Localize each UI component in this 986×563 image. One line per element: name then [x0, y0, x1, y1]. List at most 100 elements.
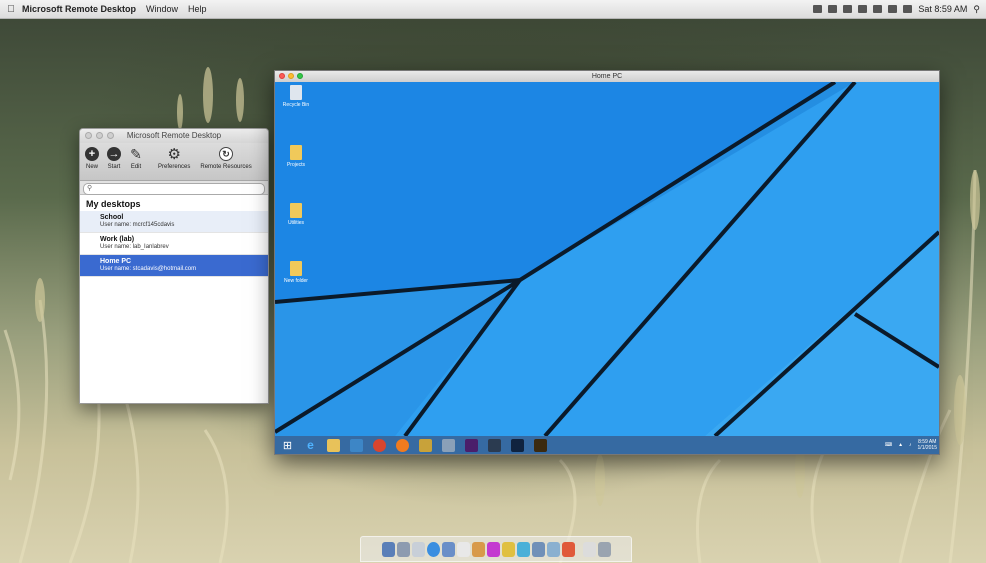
- zoom-button[interactable]: [107, 132, 114, 139]
- bridge-icon[interactable]: [534, 438, 547, 452]
- search-input[interactable]: ⚲: [83, 183, 265, 195]
- close-button[interactable]: [85, 132, 92, 139]
- store-icon[interactable]: [350, 438, 363, 452]
- volume-icon[interactable]: [888, 5, 898, 13]
- premiere-icon[interactable]: [465, 438, 478, 452]
- minimize-button[interactable]: [96, 132, 103, 139]
- windows-start-icon[interactable]: ⊞: [281, 439, 294, 452]
- remote-desktop-window: Microsoft Remote Desktop + New → Start ✎…: [79, 128, 269, 404]
- app-icon[interactable]: [501, 541, 515, 557]
- desktop-icon-label: Projects: [286, 162, 306, 168]
- section-title: My desktops: [86, 199, 141, 209]
- status-area: Sat 8:59 AM ⚲: [813, 0, 980, 18]
- desktop-name: School: [100, 214, 124, 221]
- app-icon[interactable]: [441, 541, 455, 557]
- menu-window[interactable]: Window: [146, 4, 178, 14]
- edit-label: Edit: [130, 164, 142, 170]
- window-title: Microsoft Remote Desktop: [126, 131, 222, 140]
- preferences-button[interactable]: ⚙ Preferences: [158, 146, 190, 170]
- search-icon: ⚲: [87, 185, 93, 192]
- wifi-icon[interactable]: [873, 5, 883, 13]
- preferences-label: Preferences: [158, 164, 191, 170]
- desktop-list-item[interactable]: School User name: mcrcf145cdavis: [80, 211, 268, 233]
- spotlight-icon[interactable]: ⚲: [973, 4, 980, 15]
- start-label: Start: [107, 164, 121, 170]
- windows-taskbar: ⊞ e ⌨ ▲ ♪ 8:59 AM 1/1/2015: [275, 436, 939, 454]
- zoom-button[interactable]: [297, 73, 303, 79]
- desktop-icon-label: Utilities: [287, 220, 305, 226]
- toolbar: + New → Start ✎ Edit ⚙ Preferences ↻ Rem…: [80, 143, 268, 181]
- menu-help[interactable]: Help: [188, 4, 207, 14]
- app-icon[interactable]: [411, 541, 425, 557]
- battery-icon[interactable]: [903, 5, 913, 13]
- finder-icon[interactable]: [381, 541, 395, 557]
- app-icon[interactable]: [546, 541, 560, 557]
- volume-icon[interactable]: ♪: [909, 442, 912, 448]
- gear-icon: ⚙: [167, 146, 181, 163]
- firefox-icon[interactable]: [396, 438, 409, 452]
- tray-clock[interactable]: 8:59 AM 1/1/2015: [918, 439, 937, 451]
- search-bar: ⚲: [80, 181, 268, 195]
- session-titlebar[interactable]: Home PC: [275, 71, 939, 82]
- app-icon[interactable]: [396, 541, 410, 557]
- trash-icon[interactable]: [597, 541, 611, 557]
- bluetooth-icon[interactable]: [843, 5, 853, 13]
- lightroom-icon[interactable]: [488, 438, 501, 452]
- desktop-list-item-selected[interactable]: Home PC User name: stcadavis@hotmail.com: [80, 255, 268, 277]
- tray-date: 1/1/2015: [917, 445, 937, 451]
- start-button[interactable]: → Start: [106, 146, 122, 170]
- edit-button[interactable]: ✎ Edit: [128, 145, 144, 171]
- app-icon[interactable]: [419, 438, 432, 452]
- apple-icon[interactable]: : [0, 4, 22, 15]
- window-titlebar[interactable]: Microsoft Remote Desktop: [80, 129, 268, 143]
- file-explorer-icon[interactable]: [327, 438, 340, 452]
- remote-session-window: Home PC Recycle Bin Projects Utilities N…: [274, 70, 940, 455]
- recycle-bin-icon: [290, 85, 302, 100]
- app-icon[interactable]: [442, 438, 455, 452]
- folder-icon: [290, 203, 302, 218]
- remote-desktop-wallpaper[interactable]: [275, 82, 939, 436]
- close-button[interactable]: [279, 73, 285, 79]
- new-button[interactable]: + New: [84, 146, 100, 170]
- desktop-icon-folder[interactable]: Utilities: [281, 203, 311, 226]
- document-icon[interactable]: [582, 541, 596, 557]
- menu-app-name[interactable]: Microsoft Remote Desktop: [22, 4, 136, 14]
- chrome-icon[interactable]: [373, 438, 386, 452]
- minimize-button[interactable]: [288, 73, 294, 79]
- remote-resources-button[interactable]: ↻ Remote Resources: [200, 146, 252, 170]
- ie-icon[interactable]: e: [304, 438, 317, 452]
- calendar-icon[interactable]: [456, 541, 470, 557]
- status-icon[interactable]: [813, 5, 823, 13]
- app-icon[interactable]: [561, 541, 575, 557]
- desktop-icon-folder[interactable]: New folder: [281, 261, 311, 284]
- desktop-icon-recycle-bin[interactable]: Recycle Bin: [281, 85, 311, 108]
- desktop-username: User name: lab_Ianlabrev: [100, 244, 169, 250]
- desktop-username: User name: stcadavis@hotmail.com: [100, 266, 197, 272]
- keyboard-icon[interactable]: ⌨: [885, 442, 892, 448]
- status-icon[interactable]: [828, 5, 838, 13]
- display-icon[interactable]: [858, 5, 868, 13]
- photoshop-icon[interactable]: [511, 438, 524, 452]
- menu-bar:  Microsoft Remote Desktop Window Help S…: [0, 0, 986, 19]
- app-icon[interactable]: [516, 541, 530, 557]
- network-icon[interactable]: ▲: [898, 442, 903, 448]
- desktop-username: User name: mcrcf145cdavis: [100, 222, 175, 228]
- desktop-icon-folder[interactable]: Projects: [281, 145, 311, 168]
- desktop-list-item[interactable]: Work (lab) User name: lab_Ianlabrev: [80, 233, 268, 255]
- app-icon[interactable]: [471, 541, 485, 557]
- pencil-icon: ✎: [130, 145, 142, 162]
- folder-icon: [290, 261, 302, 276]
- arrow-right-circle-icon: →: [107, 147, 121, 161]
- system-tray: ⌨ ▲ ♪ 8:59 AM 1/1/2015: [885, 436, 937, 454]
- desktop-icon-label: Recycle Bin: [282, 102, 310, 108]
- remote-resources-label: Remote Resources: [200, 164, 252, 170]
- safari-icon[interactable]: [426, 541, 440, 557]
- menu-clock[interactable]: Sat 8:59 AM: [918, 4, 967, 14]
- window-controls: [279, 73, 303, 79]
- remote-resources-icon: ↻: [219, 147, 234, 161]
- folder-icon: [290, 145, 302, 160]
- desktop-name: Work (lab): [100, 236, 135, 243]
- app-icon[interactable]: [531, 541, 545, 557]
- desktop-name: Home PC: [100, 258, 132, 265]
- app-icon[interactable]: [486, 541, 500, 557]
